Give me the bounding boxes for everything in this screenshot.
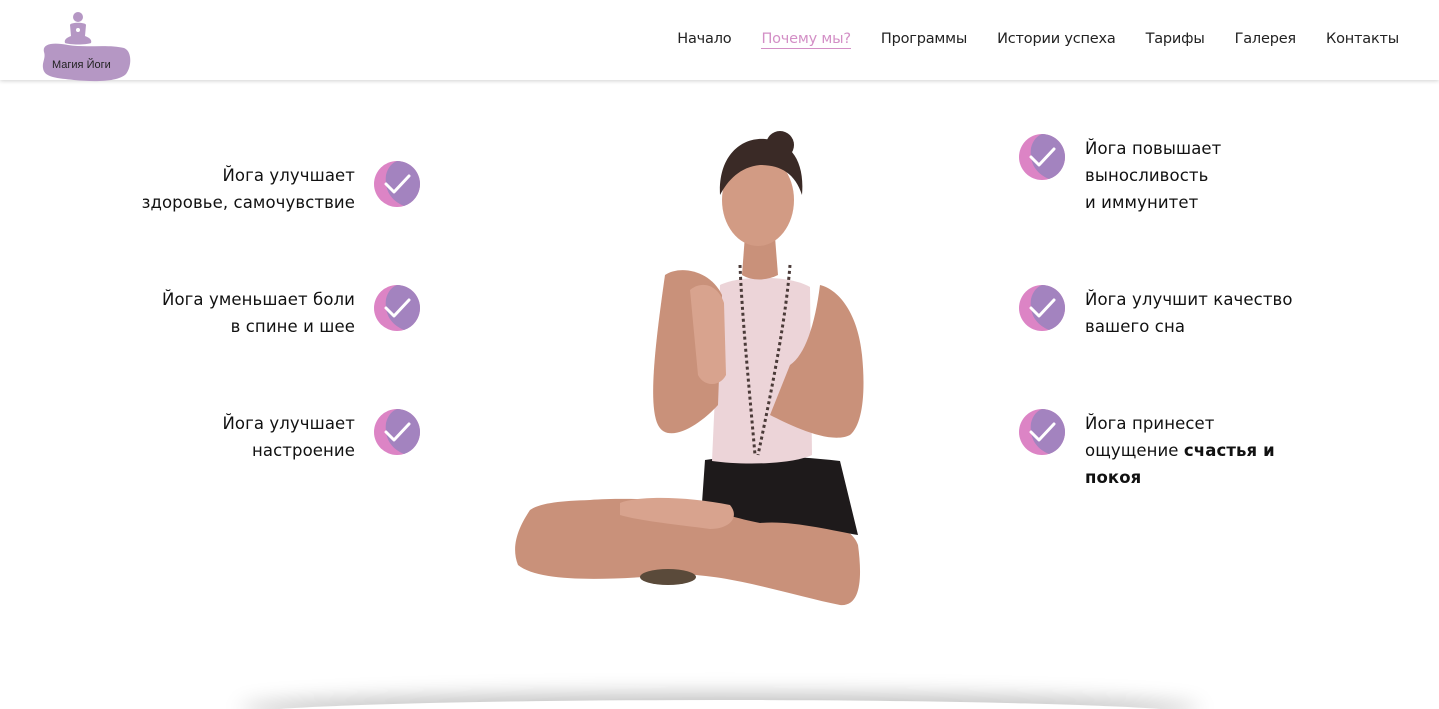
feature-text: Йога принесет ощущение счастья и покоя [1085, 410, 1275, 491]
site-header: Магия Йоги Начало Почему мы? Программы И… [0, 0, 1439, 82]
feature-line: здоровье, самочувствие [141, 193, 355, 212]
feature-text: Йога улучшит качество вашего сна [1085, 286, 1293, 340]
check-circle-icon [1019, 134, 1065, 180]
feature-line: Йога улучшает [222, 166, 355, 185]
feature-line: Йога принесет [1085, 414, 1215, 433]
nav-programs[interactable]: Программы [881, 31, 967, 49]
feature-line: Йога повышает [1085, 139, 1222, 158]
feature-line: Йога уменьшает боли [162, 290, 355, 309]
feature-line: выносливость [1085, 166, 1209, 185]
yoga-logo-icon [42, 12, 131, 82]
feature-sleep: Йога улучшит качество вашего сна [1085, 286, 1293, 340]
feature-line: ощущение счастья и [1085, 437, 1275, 464]
nav-gallery[interactable]: Галерея [1235, 31, 1297, 49]
feature-text: Йога уменьшает боли в спине и шее [162, 286, 355, 340]
feature-line: настроение [252, 441, 355, 460]
feature-line: вашего сна [1085, 317, 1186, 336]
check-circle-icon [374, 409, 420, 455]
feature-line: в спине и шее [230, 317, 355, 336]
feature-line: покоя [1085, 464, 1275, 491]
yoga-woman-photo [515, 131, 864, 606]
nav-pricing[interactable]: Тарифы [1146, 31, 1205, 49]
feature-text: Йога улучшает здоровье, самочувствие [142, 162, 355, 216]
feature-line: и иммунитет [1085, 193, 1199, 212]
check-circle-icon [1019, 409, 1065, 455]
check-circle-icon [374, 161, 420, 207]
check-circle-icon [374, 285, 420, 331]
nav-home[interactable]: Начало [677, 31, 731, 49]
feature-line-bold: покоя [1085, 468, 1142, 487]
nav-contacts[interactable]: Контакты [1326, 31, 1399, 49]
feature-line: Йога улучшит качество [1085, 290, 1293, 309]
nav-why-us[interactable]: Почему мы? [761, 31, 851, 49]
logo[interactable]: Магия Йоги [38, 8, 134, 84]
check-circle-icon [1019, 285, 1065, 331]
main-nav: Начало Почему мы? Программы Истории успе… [677, 31, 1399, 49]
feature-line-plain: ощущение [1085, 441, 1184, 460]
section-shadow [240, 700, 1200, 709]
feature-line-bold: счастья и [1183, 441, 1275, 460]
feature-happiness: Йога принесет ощущение счастья и покоя [1085, 410, 1275, 491]
feature-mood: Йога улучшает настроение [222, 410, 355, 464]
feature-back-pain: Йога уменьшает боли в спине и шее [162, 286, 355, 340]
feature-text: Йога улучшает настроение [222, 410, 355, 464]
feature-text: Йога повышает выносливость и иммунитет [1085, 135, 1221, 216]
feature-endurance: Йога повышает выносливость и иммунитет [1085, 135, 1221, 216]
nav-success-stories[interactable]: Истории успеха [997, 31, 1116, 49]
feature-health: Йога улучшает здоровье, самочувствие [142, 162, 355, 216]
logo-text: Магия Йоги [52, 59, 111, 71]
feature-line: Йога улучшает [222, 414, 355, 433]
